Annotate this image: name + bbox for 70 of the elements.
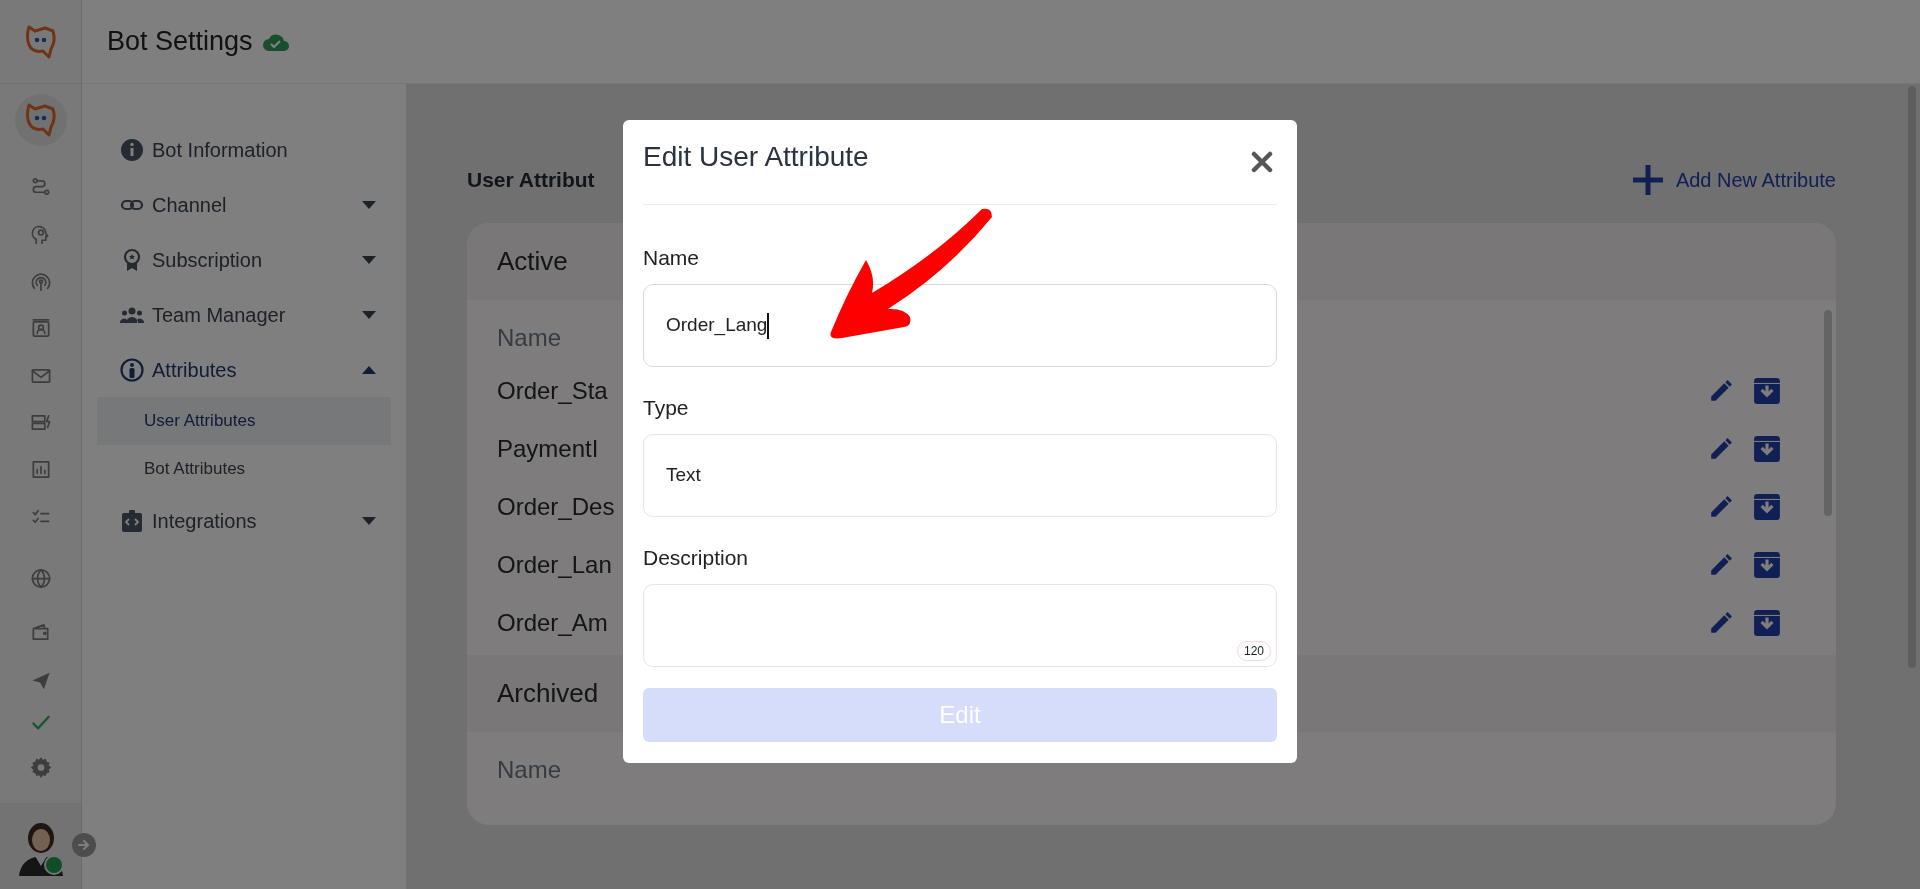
text-field[interactable]: Text (643, 434, 1277, 517)
archive-button[interactable] (1753, 377, 1781, 405)
broadcast-icon[interactable] (29, 271, 52, 293)
column-header: Name (497, 755, 562, 785)
edit-button[interactable] (1709, 437, 1733, 461)
edit-button[interactable] (1709, 553, 1733, 577)
page-title: Bot Settings (107, 25, 253, 59)
bar-chart-icon[interactable] (29, 459, 52, 481)
archive-button[interactable] (1753, 551, 1781, 579)
pencil-icon (1709, 553, 1733, 577)
table-cell-text: Order_Des (497, 492, 615, 522)
table-section-title: Active (497, 245, 568, 278)
caret-down-icon (362, 255, 376, 264)
code-clipboard-icon (120, 508, 144, 533)
pencil-icon (1709, 611, 1733, 635)
settings-menu-item[interactable]: Integrations (82, 493, 406, 548)
edit-button[interactable] (1709, 495, 1733, 519)
table-section-title: Archived (497, 677, 599, 710)
arrow-right-icon (77, 838, 91, 852)
field-label: Name (643, 245, 700, 271)
settings-menu-item[interactable]: Attributes (82, 342, 406, 397)
caret-down-icon (362, 516, 376, 525)
section-title: User Attribut (467, 167, 595, 194)
settings-menu-item[interactable]: Team Manager (82, 287, 406, 342)
pencil-icon (1709, 379, 1733, 403)
field-label: Type (643, 395, 689, 421)
caret-up-icon (362, 365, 376, 374)
edit-button[interactable] (1709, 379, 1733, 403)
head-gear-icon[interactable] (29, 224, 52, 246)
edit-button[interactable] (1709, 611, 1733, 635)
column-header: Name (497, 323, 562, 353)
settings-submenu-item[interactable]: User Attributes (97, 397, 391, 445)
settings-menu-item[interactable]: Channel (82, 177, 406, 232)
archive-box-icon (1753, 435, 1781, 463)
person-circle-icon (120, 357, 144, 382)
expand-button[interactable] (72, 833, 96, 857)
archive-button[interactable] (1753, 493, 1781, 521)
caret-down-icon (362, 200, 376, 209)
info-icon (120, 137, 144, 162)
settings-icon[interactable] (29, 756, 52, 778)
settings-menu-item[interactable]: Subscription (82, 232, 406, 287)
pencil-icon (1709, 495, 1733, 519)
settings-menu-item[interactable]: Bot Information (82, 122, 406, 177)
route-icon[interactable] (29, 176, 52, 198)
caret-down-icon (362, 310, 376, 319)
dialog-title: Edit User Attribute (643, 140, 869, 174)
table-cell-text: Order_Lan (497, 550, 612, 580)
archive-box-icon (1753, 551, 1781, 579)
archive-box-icon (1753, 493, 1781, 521)
paper-plane-icon[interactable] (29, 670, 52, 692)
table-cell-text: PaymentI (497, 434, 599, 464)
settings-submenu-item[interactable]: Bot Attributes (97, 445, 391, 493)
plus-icon (1631, 164, 1664, 196)
table-cell-text: Order_Am (497, 608, 608, 638)
description-textarea[interactable]: 120 (643, 584, 1277, 667)
close-button[interactable] (1251, 151, 1273, 173)
archive-box-icon (1753, 377, 1781, 405)
archive-box-icon (1753, 609, 1781, 637)
text-field[interactable]: Order_Lang (643, 284, 1277, 367)
globe-icon[interactable] (29, 568, 52, 590)
wallet-icon[interactable] (29, 621, 52, 643)
contact-card-icon[interactable] (29, 318, 52, 340)
scrollbar-thumb[interactable] (1824, 310, 1832, 516)
field-label: Description (643, 545, 749, 571)
add-new-attribute-link[interactable]: Add New Attribute (1631, 164, 1836, 196)
archive-button[interactable] (1753, 609, 1781, 637)
archive-button[interactable] (1753, 435, 1781, 463)
table-cell-text: Order_Sta (497, 376, 608, 406)
close-icon (1251, 151, 1273, 173)
pencil-icon (1709, 437, 1733, 461)
